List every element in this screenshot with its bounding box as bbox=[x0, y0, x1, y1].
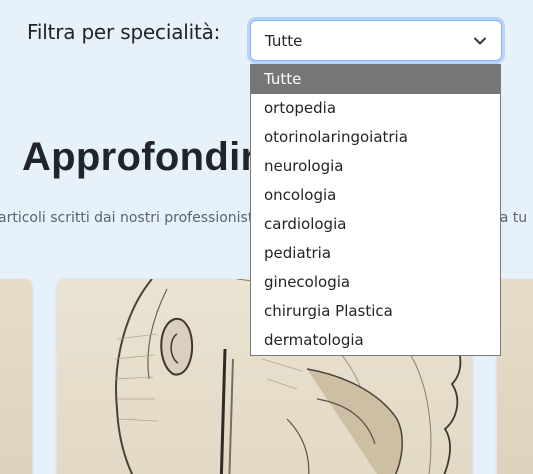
article-card-left[interactable] bbox=[0, 279, 32, 474]
filter-label: Filtra per specialità: bbox=[27, 20, 221, 44]
article-card-right[interactable] bbox=[497, 279, 533, 474]
dropdown-option[interactable]: cardiologia bbox=[251, 210, 500, 239]
section-title: Approfondir bbox=[22, 135, 257, 179]
article-card-image bbox=[0, 279, 32, 474]
dropdown-option[interactable]: otorinolaringoiatria bbox=[251, 123, 500, 152]
specialty-filter: Filtra per specialità: bbox=[27, 20, 220, 44]
specialty-dropdown-list: Tutte ortopedia otorinolaringoiatria neu… bbox=[250, 64, 501, 356]
dropdown-option[interactable]: chirurgia Plastica bbox=[251, 297, 500, 326]
dropdown-option[interactable]: neurologia bbox=[251, 152, 500, 181]
dropdown-option[interactable]: Tutte bbox=[251, 65, 500, 94]
dropdown-option[interactable]: oncologia bbox=[251, 181, 500, 210]
dropdown-option[interactable]: ortopedia bbox=[251, 94, 500, 123]
section-subtitle: articoli scritti dai nostri professionis… bbox=[0, 210, 254, 226]
article-card-image bbox=[497, 279, 533, 474]
chevron-down-icon bbox=[474, 37, 486, 45]
dropdown-option[interactable]: ginecologia bbox=[251, 268, 500, 297]
select-current-value: Tutte bbox=[265, 31, 303, 50]
specialty-select[interactable]: Tutte bbox=[250, 20, 502, 61]
dropdown-option[interactable]: dermatologia bbox=[251, 326, 500, 355]
dropdown-option[interactable]: pediatria bbox=[251, 239, 500, 268]
